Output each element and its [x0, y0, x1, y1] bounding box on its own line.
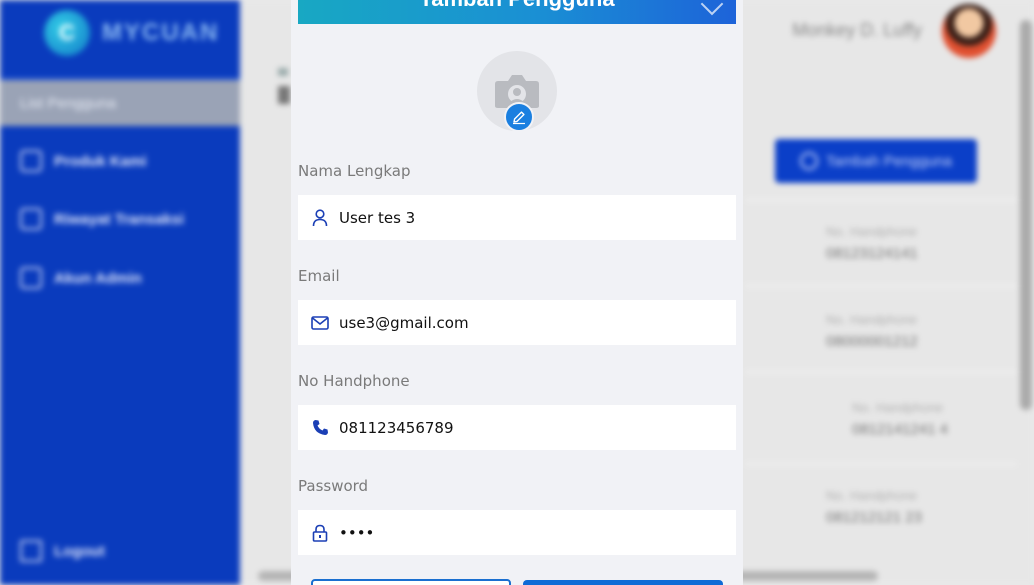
sidebar-item-akun-admin[interactable]: Akun Admin [20, 267, 142, 289]
admin-icon [20, 267, 42, 289]
logout-icon [20, 540, 42, 562]
full-name-field[interactable]: User tes 3 [298, 195, 736, 240]
logout-button[interactable]: Logout [20, 540, 105, 562]
password-label: Password [298, 477, 369, 495]
sidebar-item-label: Produk Kami [54, 152, 147, 170]
phone-value: 08000001212 [826, 333, 918, 350]
table-divider [745, 284, 1017, 288]
phone-header: No. Handphone [826, 224, 918, 239]
phone-value: 081212121 23 [826, 509, 922, 526]
table-divider [745, 198, 1017, 202]
sidebar-item-label: Akun Admin [54, 269, 142, 287]
add-user-label: Tambah Pengguna [826, 152, 952, 170]
cancel-button[interactable] [311, 579, 511, 585]
email-value: use3@gmail.com [339, 313, 469, 332]
table-row: No. Handphone 08000001212 [826, 312, 918, 350]
sidebar: C MYCUAN List Pengguna Produk Kami Riway… [0, 0, 240, 585]
pencil-icon [513, 111, 525, 125]
email-label: Email [298, 267, 340, 285]
product-icon [20, 150, 42, 172]
phone-value: 08123124141 [826, 245, 918, 262]
history-icon [20, 208, 42, 230]
phone-field[interactable]: 081123456789 [298, 405, 736, 450]
add-user-button[interactable]: Tambah Pengguna [775, 139, 977, 183]
brand-name: MYCUAN [102, 19, 220, 46]
logo-icon: C [44, 10, 90, 56]
phone-value: 081123456789 [339, 418, 454, 437]
modal-header: Tambah Pengguna [298, 0, 736, 24]
email-field[interactable]: use3@gmail.com [298, 300, 736, 345]
logout-label: Logout [54, 542, 105, 560]
table-divider [745, 370, 1017, 374]
user-name: Monkey D. Luffy [792, 20, 922, 40]
lock-icon [311, 524, 329, 542]
brand-logo: C MYCUAN [44, 10, 219, 56]
password-value: •••• [339, 523, 375, 542]
table-row: No. Handphone 0812141241 4 [852, 400, 948, 438]
phone-value: 0812141241 4 [852, 421, 948, 438]
sidebar-item-list-pengguna[interactable]: List Pengguna [0, 80, 240, 126]
edit-photo-button[interactable] [504, 102, 534, 132]
sidebar-item-produk[interactable]: Produk Kami [20, 150, 147, 172]
full-name-label: Nama Lengkap [298, 162, 411, 180]
sidebar-item-label: Riwayat Transaksi [54, 210, 185, 228]
plus-circle-icon [800, 152, 819, 170]
user-icon [311, 208, 329, 227]
modal-title: Tambah Pengguna [298, 0, 736, 12]
save-button[interactable] [523, 580, 723, 585]
table-divider [745, 462, 1017, 466]
vertical-scrollbar[interactable] [1020, 20, 1032, 410]
full-name-value: User tes 3 [339, 208, 416, 227]
phone-icon [311, 419, 329, 437]
sidebar-item-riwayat[interactable]: Riwayat Transaksi [20, 208, 184, 230]
avatar[interactable] [942, 4, 996, 58]
phone-header: No. Handphone [852, 400, 944, 415]
page-title [278, 68, 292, 112]
password-field[interactable]: •••• [298, 510, 736, 555]
table-row: No. Handphone 08123124141 [826, 224, 918, 262]
sidebar-item-label: List Pengguna [20, 94, 116, 112]
phone-header: No. Handphone [826, 488, 918, 503]
add-user-modal: Tambah Pengguna Nama Lengkap User tes 3 … [291, 0, 743, 585]
phone-header: No. Handphone [826, 312, 918, 327]
table-row: No. Handphone 081212121 23 [826, 488, 922, 526]
phone-label: No Handphone [298, 372, 410, 390]
mail-icon [311, 314, 329, 332]
